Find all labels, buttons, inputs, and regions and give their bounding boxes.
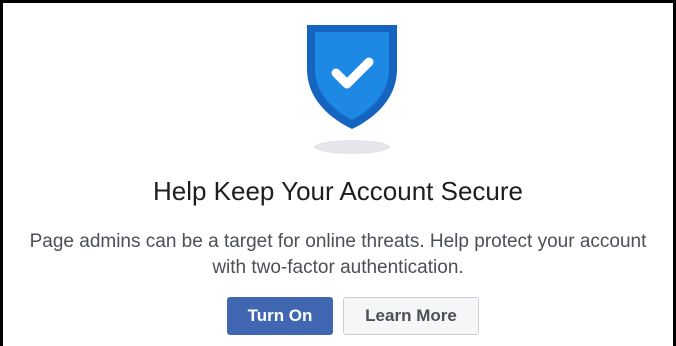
dialog-description: Page admins can be a target for online t… xyxy=(29,231,647,278)
dialog-title: Help Keep Your Account Secure xyxy=(152,176,524,206)
learn-more-button[interactable]: Learn More xyxy=(343,297,479,335)
turn-on-button[interactable]: Turn On xyxy=(227,297,333,335)
shield-check-icon xyxy=(303,23,401,157)
security-prompt-card: Help Keep Your Account Secure Page admin… xyxy=(0,0,676,346)
